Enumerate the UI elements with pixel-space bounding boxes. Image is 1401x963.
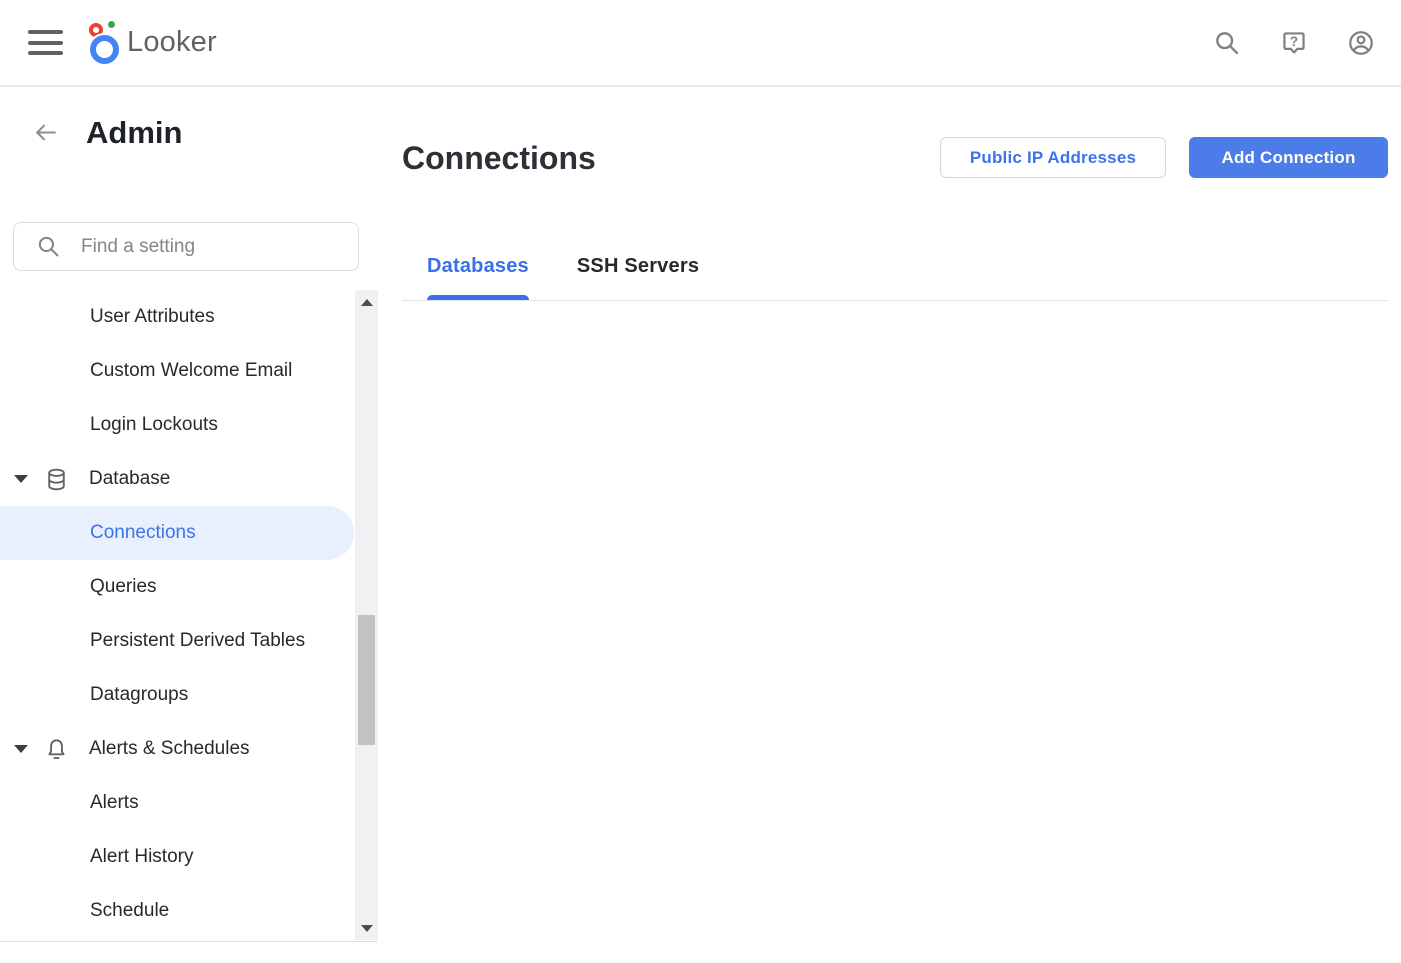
- sidebar-item-schedule[interactable]: Schedule: [0, 884, 354, 938]
- caret-down-icon[interactable]: [14, 475, 28, 483]
- bell-icon: [44, 737, 69, 762]
- page-title: Connections: [402, 142, 596, 174]
- sidebar-item-queries[interactable]: Queries: [0, 560, 354, 614]
- tab-databases[interactable]: Databases: [427, 253, 529, 300]
- sidebar-item-label: Alert History: [90, 846, 193, 868]
- find-setting-search[interactable]: [13, 222, 359, 271]
- database-icon: [44, 467, 69, 492]
- app-name: Looker: [127, 26, 217, 59]
- admin-settings-nav: User Attributes Custom Welcome Email Log…: [0, 290, 378, 938]
- sidebar-item-label: Connections: [90, 522, 196, 544]
- sidebar-item-persistent-derived-tables[interactable]: Persistent Derived Tables: [0, 614, 354, 668]
- public-ip-addresses-button[interactable]: Public IP Addresses: [940, 137, 1166, 178]
- search-input[interactable]: [81, 236, 331, 258]
- sidebar-item-label: Login Lockouts: [90, 414, 218, 436]
- sidebar-item-label: Persistent Derived Tables: [90, 630, 305, 652]
- sidebar-item-alerts[interactable]: Alerts: [0, 776, 354, 830]
- sidebar-item-label: Database: [89, 468, 170, 490]
- sidebar-item-login-lockouts[interactable]: Login Lockouts: [0, 398, 354, 452]
- looker-logo-icon: [88, 20, 121, 65]
- tab-ssh-servers[interactable]: SSH Servers: [577, 253, 699, 300]
- sidebar-bottom-divider: [0, 941, 378, 942]
- sidebar-item-label: Schedule: [90, 900, 169, 922]
- scrollbar-thumb[interactable]: [358, 615, 375, 745]
- sidebar-item-user-attributes[interactable]: User Attributes: [0, 290, 354, 344]
- sidebar-item-database[interactable]: Database: [0, 452, 354, 506]
- sidebar-item-connections[interactable]: Connections: [0, 506, 354, 560]
- sidebar-item-alerts-schedules[interactable]: Alerts & Schedules: [0, 722, 354, 776]
- svg-text:?: ?: [1290, 33, 1298, 48]
- sidebar-item-datagroups[interactable]: Datagroups: [0, 668, 354, 722]
- admin-sidebar: Admin User Attributes Custom Welcome Ema…: [0, 87, 378, 963]
- scroll-up-arrow[interactable]: [355, 292, 378, 312]
- back-arrow-icon[interactable]: [33, 120, 58, 145]
- account-icon[interactable]: [1347, 29, 1375, 57]
- looker-logo[interactable]: Looker: [88, 20, 217, 65]
- connections-page: Connections Public IP Addresses Add Conn…: [378, 87, 1401, 963]
- sidebar-item-label: User Attributes: [90, 306, 215, 328]
- hamburger-menu-icon[interactable]: [28, 30, 63, 55]
- scroll-down-arrow[interactable]: [355, 918, 378, 938]
- connections-tabs: Databases SSH Servers: [402, 253, 1388, 301]
- help-icon[interactable]: ?: [1280, 29, 1308, 57]
- sidebar-item-custom-welcome-email[interactable]: Custom Welcome Email: [0, 344, 354, 398]
- sidebar-item-label: Alerts: [90, 792, 139, 814]
- sidebar-item-label: Datagroups: [90, 684, 188, 706]
- sidebar-item-label: Alerts & Schedules: [89, 738, 250, 760]
- top-app-bar: Looker ?: [0, 0, 1401, 87]
- add-connection-button[interactable]: Add Connection: [1189, 137, 1388, 178]
- sidebar-item-label: Custom Welcome Email: [90, 360, 292, 382]
- sidebar-item-label: Queries: [90, 576, 157, 598]
- sidebar-item-alert-history[interactable]: Alert History: [0, 830, 354, 884]
- search-icon: [36, 234, 61, 259]
- search-icon[interactable]: [1213, 29, 1241, 57]
- sidebar-scrollbar[interactable]: [355, 290, 378, 940]
- sidebar-title: Admin: [86, 117, 182, 148]
- caret-down-icon[interactable]: [14, 745, 28, 753]
